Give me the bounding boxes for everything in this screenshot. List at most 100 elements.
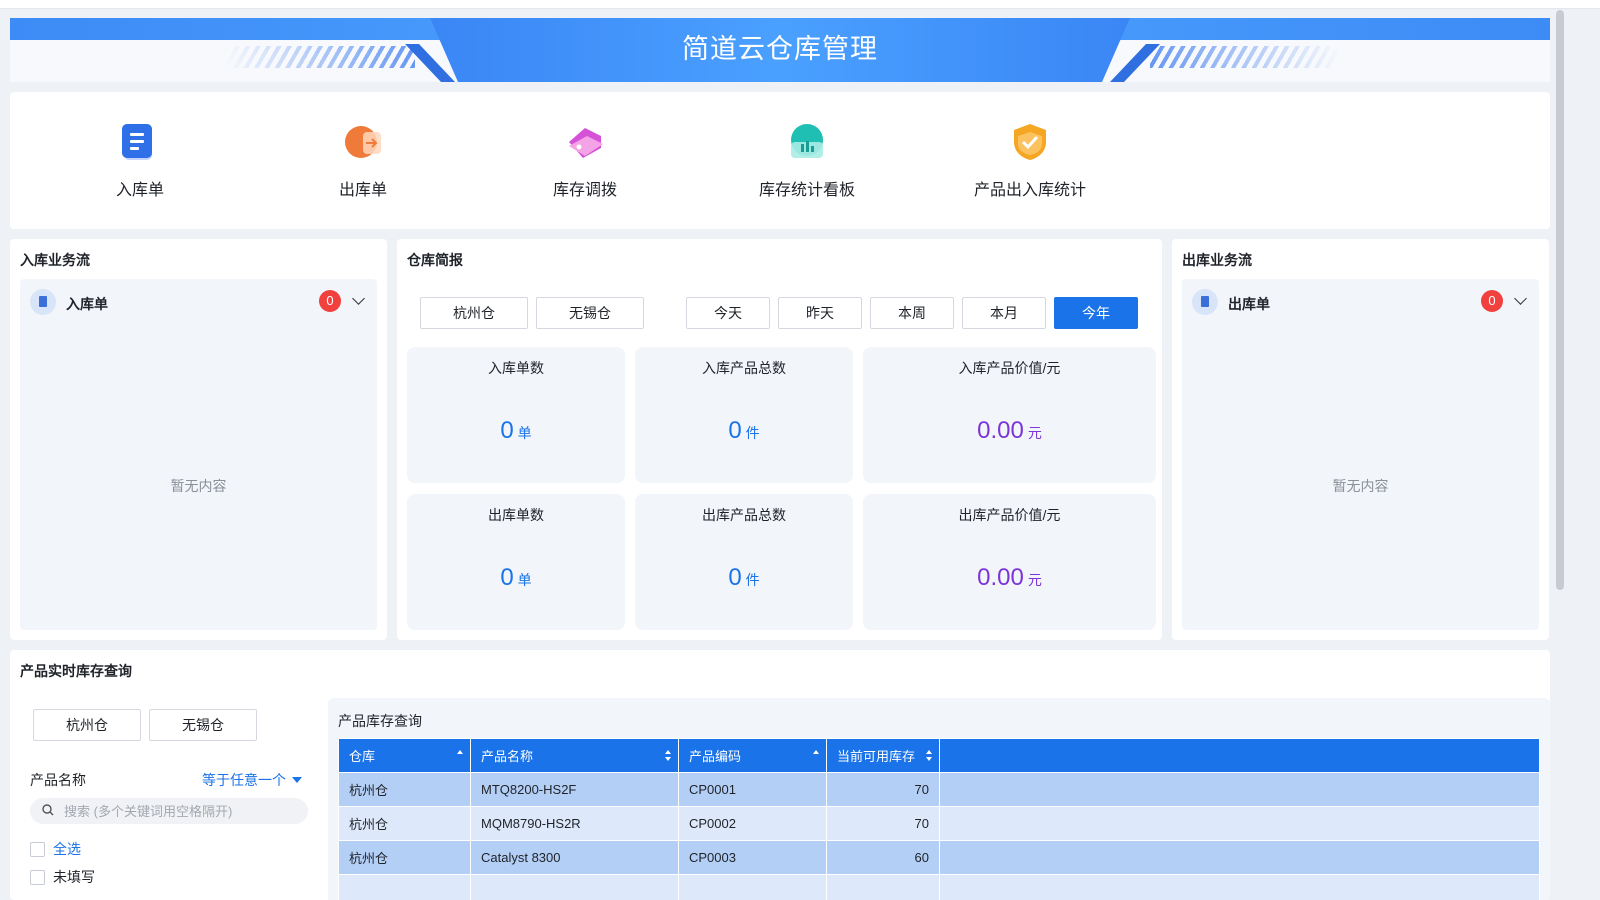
cell-stock: 70 <box>826 772 940 807</box>
stat-inbound-value: 入库产品价值/元 0.00 元 <box>863 347 1156 483</box>
column-header-empty <box>939 738 1540 773</box>
header-banner: 简道云仓库管理 <box>10 18 1550 82</box>
stat-value: 0件 <box>728 564 760 591</box>
cell-product-name <box>470 874 679 900</box>
cell-warehouse: 杭州仓 <box>338 772 471 807</box>
nav-label: 库存调拨 <box>552 182 617 199</box>
cell-empty <box>939 840 1540 875</box>
search-input[interactable] <box>64 798 300 824</box>
cell-product-name: MQM8790-HS2R <box>470 806 679 841</box>
table-row[interactable]: 杭州仓 Catalyst 8300 CP0003 60 <box>338 840 1540 875</box>
cell-stock <box>826 874 940 900</box>
stat-label: 入库产品价值/元 <box>958 360 1061 376</box>
cell-warehouse: 杭州仓 <box>338 806 471 841</box>
table-row[interactable]: 杭州仓 MQM8790-HS2R CP0002 70 <box>338 806 1540 841</box>
select-all-checkbox[interactable]: 全选 <box>30 839 81 859</box>
stat-inbound-orders: 入库单数 0单 <box>407 347 625 483</box>
stat-value: 0单 <box>500 417 532 444</box>
column-header-warehouse[interactable]: 仓库 <box>338 738 471 773</box>
stat-outbound-value: 出库产品价值/元 0.00 元 <box>863 494 1156 630</box>
nav-stock-dashboard[interactable]: 库存统计看板 <box>727 122 887 200</box>
cell-empty <box>939 806 1540 841</box>
table-row[interactable]: 杭州仓 MTQ8200-HS2F CP0001 70 <box>338 772 1540 807</box>
panel-title: 出库业务流 <box>1182 252 1252 268</box>
period-today-button[interactable]: 今天 <box>686 297 770 329</box>
panel-title: 入库业务流 <box>20 252 90 268</box>
chevron-down-icon[interactable] <box>352 292 365 305</box>
warehouse-briefing-panel: 仓库简报 杭州仓 无锡仓 今天 昨天 本周 本月 今年 入库单数 0单 入库产品… <box>397 239 1162 640</box>
inbound-doc-icon <box>120 122 160 162</box>
inbound-flow-body: 入库单 0 暂无内容 <box>20 279 377 630</box>
nav-product-io-stats[interactable]: 产品出入库统计 <box>950 122 1110 200</box>
query-warehouse-hangzhou-button[interactable]: 杭州仓 <box>33 709 141 741</box>
query-warehouse-wuxi-button[interactable]: 无锡仓 <box>149 709 257 741</box>
filter-operator-dropdown[interactable]: 等于任意一个 <box>202 770 302 790</box>
panel-title: 仓库简报 <box>407 252 463 268</box>
cell-stock: 70 <box>826 806 940 841</box>
checkbox[interactable] <box>30 870 45 885</box>
period-yesterday-button[interactable]: 昨天 <box>778 297 862 329</box>
outbound-flow-item[interactable]: 出库单 0 <box>1192 289 1529 315</box>
outbound-doc-icon <box>343 122 383 162</box>
stat-value: 0.00 元 <box>977 417 1042 444</box>
stat-outbound-orders: 出库单数 0单 <box>407 494 625 630</box>
product-search[interactable] <box>30 798 308 824</box>
cell-warehouse: 杭州仓 <box>338 840 471 875</box>
sort-icon[interactable] <box>457 750 464 762</box>
warehouse-hangzhou-button[interactable]: 杭州仓 <box>420 297 528 329</box>
cell-product-code <box>678 874 827 900</box>
stat-label: 出库产品总数 <box>702 507 786 523</box>
document-icon <box>1192 289 1218 315</box>
count-badge: 0 <box>319 290 341 312</box>
stat-inbound-products: 入库产品总数 0件 <box>635 347 853 483</box>
nav-label: 出库单 <box>338 182 387 199</box>
nav-label: 库存统计看板 <box>758 182 855 199</box>
cell-product-name: Catalyst 8300 <box>470 840 679 875</box>
cell-stock: 60 <box>826 840 940 875</box>
stat-value: 0单 <box>500 564 532 591</box>
stat-value: 0件 <box>728 417 760 444</box>
period-year-button[interactable]: 今年 <box>1054 297 1138 329</box>
sort-icon[interactable] <box>665 750 672 762</box>
inbound-flow-item[interactable]: 入库单 0 <box>30 289 367 315</box>
table-header-row: 仓库 产品名称 产品编码 当前可用库存 <box>338 738 1540 773</box>
cell-product-code: CP0001 <box>678 772 827 807</box>
table-row[interactable] <box>338 874 1540 900</box>
inbound-flow-panel: 入库业务流 入库单 0 暂无内容 <box>10 239 387 640</box>
checkbox[interactable] <box>30 842 45 857</box>
shield-check-icon <box>1010 122 1050 162</box>
cell-empty <box>939 772 1540 807</box>
cell-product-code: CP0002 <box>678 806 827 841</box>
outbound-flow-panel: 出库业务流 出库单 0 暂无内容 <box>1172 239 1549 640</box>
sort-icon[interactable] <box>926 750 933 762</box>
chevron-down-icon[interactable] <box>1514 292 1527 305</box>
unfilled-checkbox[interactable]: 未填写 <box>30 867 95 887</box>
page-scrollbar[interactable] <box>1556 10 1564 590</box>
search-icon <box>42 804 54 816</box>
flow-item-label: 入库单 <box>66 296 108 312</box>
column-header-product-code[interactable]: 产品编码 <box>678 738 827 773</box>
cell-product-code: CP0003 <box>678 840 827 875</box>
quick-nav: 入库单 出库单 库存调拨 库存统计看板 产品出入库统计 <box>10 92 1550 229</box>
stat-label: 出库产品价值/元 <box>958 507 1061 523</box>
nav-stock-transfer[interactable]: 库存调拨 <box>505 122 665 200</box>
period-month-button[interactable]: 本月 <box>962 297 1046 329</box>
empty-placeholder: 暂无内容 <box>1332 478 1389 494</box>
outbound-flow-body: 出库单 0 暂无内容 <box>1182 279 1539 630</box>
stat-value: 0.00 元 <box>977 564 1042 591</box>
period-week-button[interactable]: 本周 <box>870 297 954 329</box>
top-bar <box>0 0 1600 9</box>
column-header-available-stock[interactable]: 当前可用库存 <box>826 738 940 773</box>
nav-outbound-order[interactable]: 出库单 <box>283 122 443 200</box>
chart-dashboard-icon <box>787 122 827 162</box>
cell-product-name: MTQ8200-HS2F <box>470 772 679 807</box>
sort-icon[interactable] <box>813 750 820 762</box>
cell-empty <box>939 874 1540 900</box>
table-title: 产品库存查询 <box>338 713 422 729</box>
filter-field-label: 产品名称 <box>30 772 86 788</box>
warehouse-wuxi-button[interactable]: 无锡仓 <box>536 297 644 329</box>
stock-table: 仓库 产品名称 产品编码 当前可用库存 杭州仓 MTQ8200-HS2F CP0… <box>338 738 1540 900</box>
column-header-product-name[interactable]: 产品名称 <box>470 738 679 773</box>
empty-placeholder: 暂无内容 <box>170 478 227 494</box>
nav-inbound-order[interactable]: 入库单 <box>60 122 220 200</box>
